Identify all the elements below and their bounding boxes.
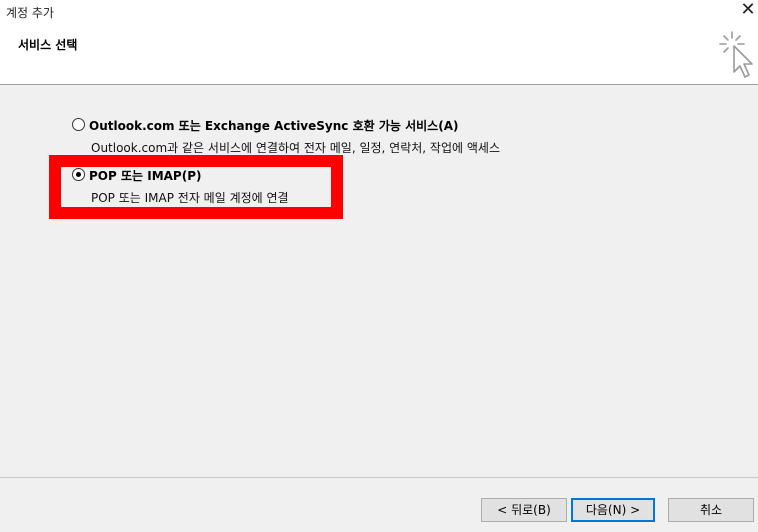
close-button[interactable]: ✕ <box>738 0 758 20</box>
highlight-box <box>49 155 343 219</box>
option-outlook-exchange-description: Outlook.com과 같은 서비스에 연결하여 전자 메일, 일정, 연락처… <box>91 141 500 155</box>
wizard-header: 계정 추가 ✕ 서비스 선택 <box>0 0 758 84</box>
next-button[interactable]: 다음(N) > <box>571 498 655 522</box>
cancel-button[interactable]: 취소 <box>668 498 754 522</box>
page-title: 서비스 선택 <box>18 38 78 52</box>
window-title: 계정 추가 <box>6 6 54 20</box>
wizard-cursor-icon <box>719 31 753 78</box>
back-button[interactable]: < 뒤로(B) <box>481 498 567 522</box>
footer-divider <box>0 477 758 478</box>
radio-outlook-exchange[interactable] <box>72 118 85 131</box>
option-outlook-exchange-label[interactable]: Outlook.com 또는 Exchange ActiveSync 호환 가능… <box>89 117 458 134</box>
header-divider <box>0 84 758 85</box>
